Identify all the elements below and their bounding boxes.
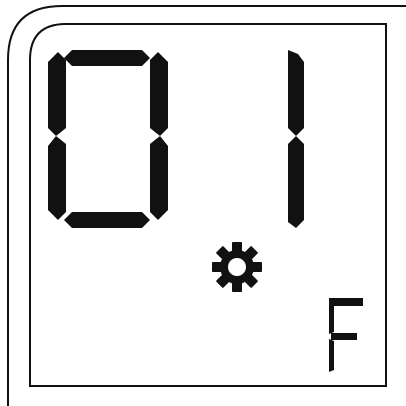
outer-bezel: [7, 5, 406, 406]
segment-c: [288, 136, 304, 228]
unit-letter-f: [329, 298, 363, 372]
segment-a: [64, 50, 150, 66]
segment-b: [288, 50, 304, 136]
segment-f: [48, 52, 66, 136]
digit-ones: [288, 50, 304, 228]
digit-tens: [48, 50, 168, 228]
segment-d: [64, 212, 150, 228]
segment-e: [48, 136, 66, 220]
lcd-screen: 0 1 F: [0, 0, 406, 406]
gear-icon: [212, 242, 262, 292]
segment-b: [150, 52, 168, 136]
segment-c: [150, 136, 168, 220]
lcd-canvas: 0 1 F: [7, 5, 406, 406]
